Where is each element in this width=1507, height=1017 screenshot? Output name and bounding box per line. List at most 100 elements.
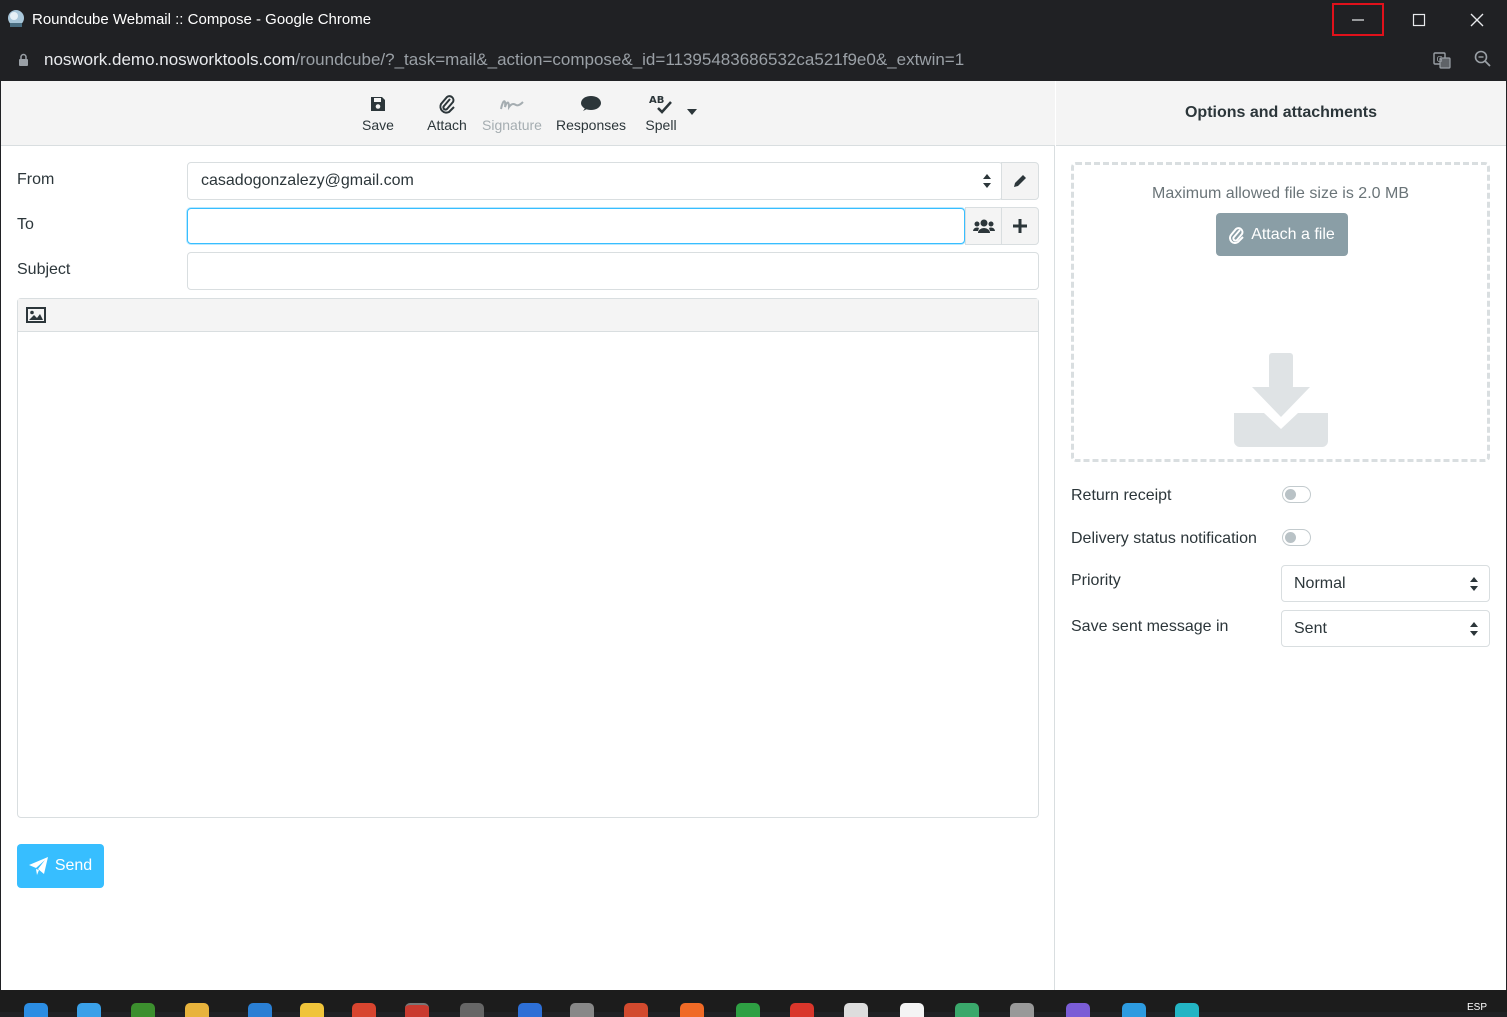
taskbar-app-icon[interactable] — [790, 1003, 814, 1017]
taskbar-app-icon[interactable] — [185, 1003, 209, 1017]
dsn-toggle[interactable] — [1282, 529, 1311, 546]
spell-dropdown-caret-icon[interactable] — [687, 109, 697, 115]
signature-icon — [500, 100, 524, 111]
plus-icon — [1013, 219, 1027, 233]
options-pane: Options and attachments Maximum allowed … — [1056, 81, 1506, 990]
save-sent-value: Sent — [1294, 620, 1327, 637]
to-label: To — [17, 216, 34, 233]
language-indicator[interactable]: ESP — [1467, 1002, 1487, 1013]
priority-label: Priority — [1071, 572, 1121, 589]
pencil-icon — [1014, 175, 1026, 187]
return-receipt-toggle[interactable] — [1282, 486, 1311, 503]
editor-toolbar — [18, 299, 1038, 332]
taskbar-app-icon[interactable] — [248, 1003, 272, 1017]
taskbar-app-icon[interactable] — [131, 1003, 155, 1017]
save-button[interactable]: Save — [358, 91, 398, 141]
priority-select[interactable]: Normal — [1281, 565, 1490, 602]
zoom-icon[interactable] — [1474, 50, 1492, 68]
attachment-dropzone[interactable]: Maximum allowed file size is 2.0 MB Atta… — [1071, 162, 1490, 462]
users-icon — [973, 219, 995, 233]
taskbar-app-icon[interactable] — [680, 1003, 704, 1017]
roundcube-logo-icon — [8, 10, 24, 27]
svg-text:AB: AB — [649, 95, 664, 106]
maximize-button[interactable] — [1390, 0, 1448, 40]
to-input[interactable] — [187, 208, 965, 244]
attach-button[interactable]: Attach — [423, 91, 471, 141]
add-header-button[interactable] — [1001, 207, 1039, 245]
max-file-size-text: Maximum allowed file size is 2.0 MB — [1152, 185, 1409, 202]
paperclip-icon — [439, 95, 455, 114]
subject-input[interactable] — [187, 252, 1039, 290]
taskbar-app-icon[interactable] — [24, 1003, 48, 1017]
url-text[interactable]: noswork.demo.nosworktools.com/roundcube/… — [44, 50, 964, 70]
send-label: Send — [54, 857, 93, 874]
sort-arrows-icon — [1470, 577, 1478, 591]
taskbar-app-icon[interactable] — [955, 1003, 979, 1017]
taskbar-app-icon[interactable] — [352, 1003, 376, 1017]
translate-icon[interactable]: G — [1432, 50, 1452, 70]
save-sent-select[interactable]: Sent — [1281, 610, 1490, 647]
maximize-icon — [1412, 13, 1426, 27]
url-host: noswork.demo.nosworktools.com — [44, 50, 296, 69]
os-taskbar: ESP — [0, 990, 1507, 1017]
taskbar-app-icon[interactable] — [844, 1003, 868, 1017]
svg-text:G: G — [1437, 55, 1443, 64]
edit-identity-button[interactable] — [1001, 162, 1039, 200]
taskbar-app-icon[interactable] — [570, 1003, 594, 1017]
send-button[interactable]: Send — [17, 844, 104, 888]
image-icon[interactable] — [26, 307, 46, 323]
compose-toolbar: Save Attach Signature Responses AB Spell — [1, 81, 1055, 146]
close-icon — [1470, 13, 1484, 27]
spell-button[interactable]: AB Spell — [641, 91, 681, 141]
taskbar-app-icon[interactable] — [460, 1003, 484, 1017]
minimize-icon — [1352, 18, 1364, 21]
minimize-button[interactable] — [1332, 3, 1384, 36]
signature-button[interactable]: Signature — [479, 91, 545, 141]
taskbar-app-icon[interactable] — [900, 1003, 924, 1017]
compose-page: Save Attach Signature Responses AB Spell… — [1, 81, 1506, 990]
responses-label: Responses — [555, 117, 627, 133]
from-label: From — [17, 171, 55, 188]
sort-arrows-icon — [983, 174, 991, 188]
save-label: Save — [362, 117, 394, 133]
attach-file-label: Attach a file — [1251, 225, 1335, 243]
compose-pane: Save Attach Signature Responses AB Spell… — [1, 81, 1055, 990]
priority-value: Normal — [1294, 575, 1346, 592]
paperclip-icon — [1229, 226, 1244, 244]
browser-title-bar: Roundcube Webmail :: Compose - Google Ch… — [0, 0, 1507, 40]
signature-label: Signature — [482, 117, 542, 133]
taskbar-app-icon[interactable] — [1066, 1003, 1090, 1017]
floppy-disk-icon — [371, 97, 385, 111]
speech-bubble-icon — [581, 96, 601, 111]
options-header: Options and attachments — [1056, 81, 1506, 146]
message-body-editor[interactable] — [17, 298, 1039, 818]
taskbar-app-icon[interactable] — [518, 1003, 542, 1017]
download-icon — [1234, 353, 1328, 447]
sort-arrows-icon — [1470, 622, 1478, 636]
taskbar-app-icon[interactable] — [405, 1003, 429, 1017]
lock-icon — [19, 53, 28, 66]
spellcheck-icon: AB — [649, 95, 672, 114]
addressbook-button[interactable] — [965, 207, 1003, 245]
from-value: casadogonzalezy@gmail.com — [201, 172, 414, 189]
paper-plane-icon — [28, 857, 48, 875]
taskbar-app-icon[interactable] — [624, 1003, 648, 1017]
save-sent-label: Save sent message in — [1071, 618, 1229, 635]
taskbar-app-icon[interactable] — [77, 1003, 101, 1017]
attach-label: Attach — [427, 117, 467, 133]
taskbar-app-icon[interactable] — [736, 1003, 760, 1017]
taskbar-app-icon[interactable] — [1175, 1003, 1199, 1017]
responses-button[interactable]: Responses — [553, 91, 629, 141]
taskbar-app-icon[interactable] — [300, 1003, 324, 1017]
taskbar-app-icon[interactable] — [1122, 1003, 1146, 1017]
close-window-button[interactable] — [1448, 0, 1506, 40]
window-title: Roundcube Webmail :: Compose - Google Ch… — [32, 11, 372, 28]
return-receipt-label: Return receipt — [1071, 487, 1172, 504]
attach-file-button[interactable]: Attach a file — [1216, 213, 1348, 256]
from-select[interactable]: casadogonzalezy@gmail.com — [187, 162, 1003, 200]
taskbar-app-icon[interactable] — [1010, 1003, 1034, 1017]
subject-label: Subject — [17, 261, 71, 278]
address-bar[interactable]: noswork.demo.nosworktools.com/roundcube/… — [0, 40, 1507, 81]
dsn-label: Delivery status notification — [1071, 530, 1257, 547]
spell-label: Spell — [645, 117, 677, 133]
